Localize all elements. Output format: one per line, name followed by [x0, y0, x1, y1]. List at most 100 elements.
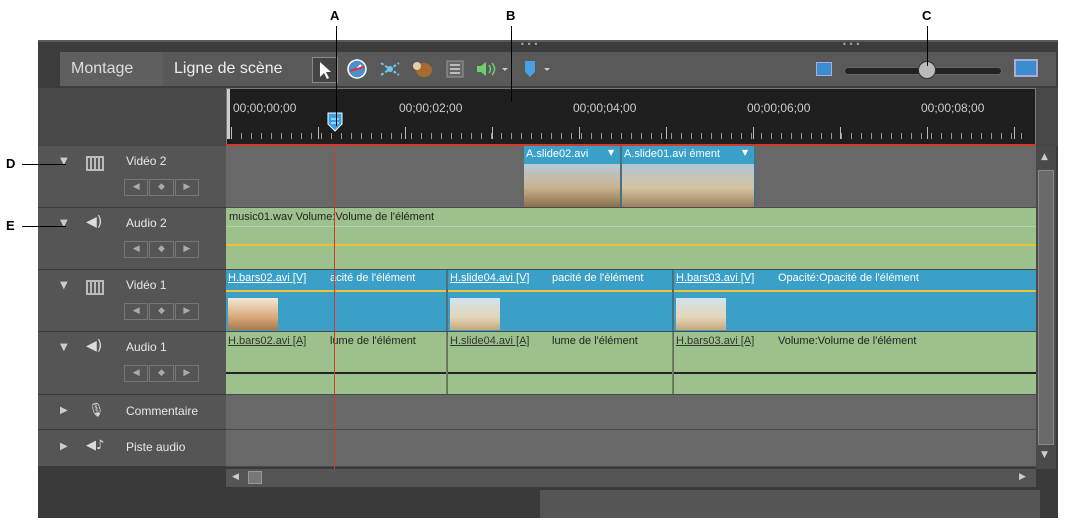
properties-icon[interactable] [443, 57, 467, 81]
clip-slide04-video-rest: pacité de l'élément [552, 272, 644, 284]
clip-slide02[interactable]: A.slide02.avi ▼ [524, 146, 621, 207]
ruler-time-6: 00;00;06;00 [747, 101, 811, 115]
track-body-video1[interactable]: H.bars02.avi [V] acité de l'élément H.sl… [226, 270, 1037, 332]
track-name-piste-audio: Piste audio [126, 440, 186, 454]
clip-slide01[interactable]: A.slide01.avi ément ▼ [622, 146, 755, 207]
horizontal-scrollbar[interactable]: ◀ ▶ [226, 469, 1036, 487]
scroll-right-arrow-icon[interactable]: ▶ [1019, 472, 1026, 482]
collapse-commentaire-icon[interactable]: ▶ [60, 405, 68, 416]
scroll-left-arrow-icon[interactable]: ◀ [232, 472, 239, 482]
clip-bars02-video[interactable]: H.bars02.avi [V] acité de l'élément [226, 270, 447, 331]
track-header-audio1: ▼ ◀) Audio 1 ◀ ◆ ▶ [38, 332, 226, 395]
clip-slide04-audio-rest: lume de l'élément [552, 335, 638, 347]
speaker-icon: ◀) [86, 338, 103, 354]
clip-slide04-audio[interactable]: H.slide04.avi [A] lume de l'élément [448, 332, 673, 394]
clip-bars03-thumbnail [676, 298, 726, 330]
clip-music01-label: music01.wav Volume:Volume de l'élément [229, 211, 435, 223]
track-body-piste-audio[interactable] [226, 430, 1036, 467]
marker-icon[interactable] [520, 57, 556, 81]
ruler-major-ticks [231, 127, 1031, 139]
tab-ligne-de-scene[interactable]: Ligne de scène [166, 52, 316, 86]
clip-music01[interactable]: music01.wav Volume:Volume de l'élément [226, 208, 1037, 269]
collapse-piste-audio-icon[interactable]: ▶ [60, 441, 68, 452]
microphone-icon: 🎙 [88, 403, 105, 418]
expand-video1-icon[interactable]: ▼ [60, 280, 68, 291]
clip-slide01-label: A.slide01.avi ément [624, 148, 720, 160]
callout-b: B [506, 8, 516, 23]
callout-d: D [6, 156, 16, 171]
current-time-indicator-icon[interactable] [327, 112, 343, 132]
track-body-video2[interactable]: A.slide02.avi ▼ A.slide01.avi ément ▼ [226, 146, 1036, 208]
horizontal-scroll-thumb[interactable] [248, 471, 262, 484]
clip-band [226, 226, 1036, 227]
smart-trim-icon[interactable] [410, 57, 434, 81]
expand-audio2-icon[interactable]: ▼ [60, 218, 68, 229]
volume-line [226, 372, 446, 374]
clip-bars02-video-name: H.bars02.avi [V] [228, 272, 307, 284]
callout-a: A [330, 8, 340, 23]
clip-slide01-thumbnails [622, 164, 754, 207]
callout-line-d [22, 164, 66, 165]
expand-audio1-icon[interactable]: ▼ [60, 342, 68, 353]
tab-ligne-label: Ligne de scène [174, 60, 283, 77]
vertical-scroll-thumb[interactable] [1038, 170, 1054, 445]
track-name-commentaire: Commentaire [126, 404, 199, 418]
ruler-time-4: 00;00;04;00 [573, 101, 637, 115]
clip-bars03-video-rest: Opacité:Opacité de l'élément [778, 272, 919, 284]
track-header-video1: ▼ Vidéo 1 ◀ ◆ ▶ [38, 270, 226, 332]
callout-e: E [6, 218, 15, 233]
tab-montage[interactable]: Montage [60, 52, 163, 86]
zoom-in-icon[interactable] [1014, 59, 1038, 77]
music-speaker-icon: ◀♪ [86, 438, 105, 453]
keyframe-controls-video2[interactable]: ◀ ◆ ▶ [124, 179, 200, 196]
clip-bars03-video[interactable]: H.bars03.avi [V] Opacité:Opacité de l'él… [674, 270, 1037, 331]
grip-dots-right: ••• [842, 40, 863, 49]
keyframe-controls-video1[interactable]: ◀ ◆ ▶ [124, 303, 200, 320]
callout-c: C [922, 8, 932, 23]
volume-line [448, 372, 672, 374]
track-header-piste-audio: ▶ ◀♪ Piste audio [38, 430, 226, 467]
playhead-line [334, 146, 335, 469]
track-body-commentaire[interactable] [226, 395, 1036, 430]
callout-line-e [22, 226, 66, 227]
clip-menu-arrow-icon[interactable]: ▼ [742, 148, 748, 157]
clip-bars03-audio[interactable]: H.bars03.avi [A] Volume:Volume de l'élém… [674, 332, 1037, 394]
volume-line [674, 372, 1036, 374]
track-name-video1: Vidéo 1 [126, 278, 167, 292]
clip-slide04-video[interactable]: H.slide04.avi [V] pacité de l'élément [448, 270, 673, 331]
volume-line [226, 244, 1036, 246]
opacity-line [448, 290, 672, 292]
callout-line-a [336, 26, 337, 126]
track-header-video2: ▼ Vidéo 2 ◀ ◆ ▶ [38, 146, 226, 208]
time-ruler[interactable]: 00;00;00;00 00;00;02;00 00;00;04;00 00;0… [226, 88, 1036, 146]
grip-dots: ••• [520, 40, 541, 49]
status-bar [38, 490, 1058, 518]
opacity-line [226, 290, 446, 292]
speaker-icon: ◀) [86, 214, 103, 230]
selection-tool-icon[interactable] [312, 57, 338, 83]
callout-line-c [927, 26, 928, 66]
smart-mix-icon[interactable] [378, 57, 402, 81]
track-body-audio1[interactable]: H.bars02.avi [A] lume de l'élément H.sli… [226, 332, 1037, 395]
expand-video2-icon[interactable]: ▼ [60, 156, 68, 167]
keyframe-controls-audio2[interactable]: ◀ ◆ ▶ [124, 241, 200, 258]
track-body-audio2[interactable]: music01.wav Volume:Volume de l'élément [226, 208, 1037, 270]
clip-bars03-audio-rest: Volume:Volume de l'élément [778, 335, 917, 347]
status-block [540, 490, 1040, 518]
audio-mixer-icon[interactable] [474, 57, 510, 81]
film-icon [86, 280, 104, 295]
scroll-down-arrow-icon[interactable]: ▼ [1041, 450, 1048, 460]
clip-menu-arrow-icon[interactable]: ▼ [608, 148, 614, 157]
clip-bars02-audio[interactable]: H.bars02.avi [A] lume de l'élément [226, 332, 447, 394]
vertical-scrollbar[interactable]: ▲ ▼ [1036, 146, 1056, 469]
time-stretch-icon[interactable] [345, 57, 369, 81]
clip-bars02-audio-rest: lume de l'élément [330, 335, 416, 347]
ruler-start-marker [227, 89, 230, 139]
scroll-up-arrow-icon[interactable]: ▲ [1041, 152, 1048, 162]
ruler-time-8: 00;00;08;00 [921, 101, 985, 115]
zoom-out-icon[interactable] [816, 62, 832, 76]
track-name-video2: Vidéo 2 [126, 154, 167, 168]
opacity-line [674, 290, 1036, 292]
keyframe-controls-audio1[interactable]: ◀ ◆ ▶ [124, 365, 200, 382]
clip-slide02-label: A.slide02.avi [526, 148, 589, 160]
